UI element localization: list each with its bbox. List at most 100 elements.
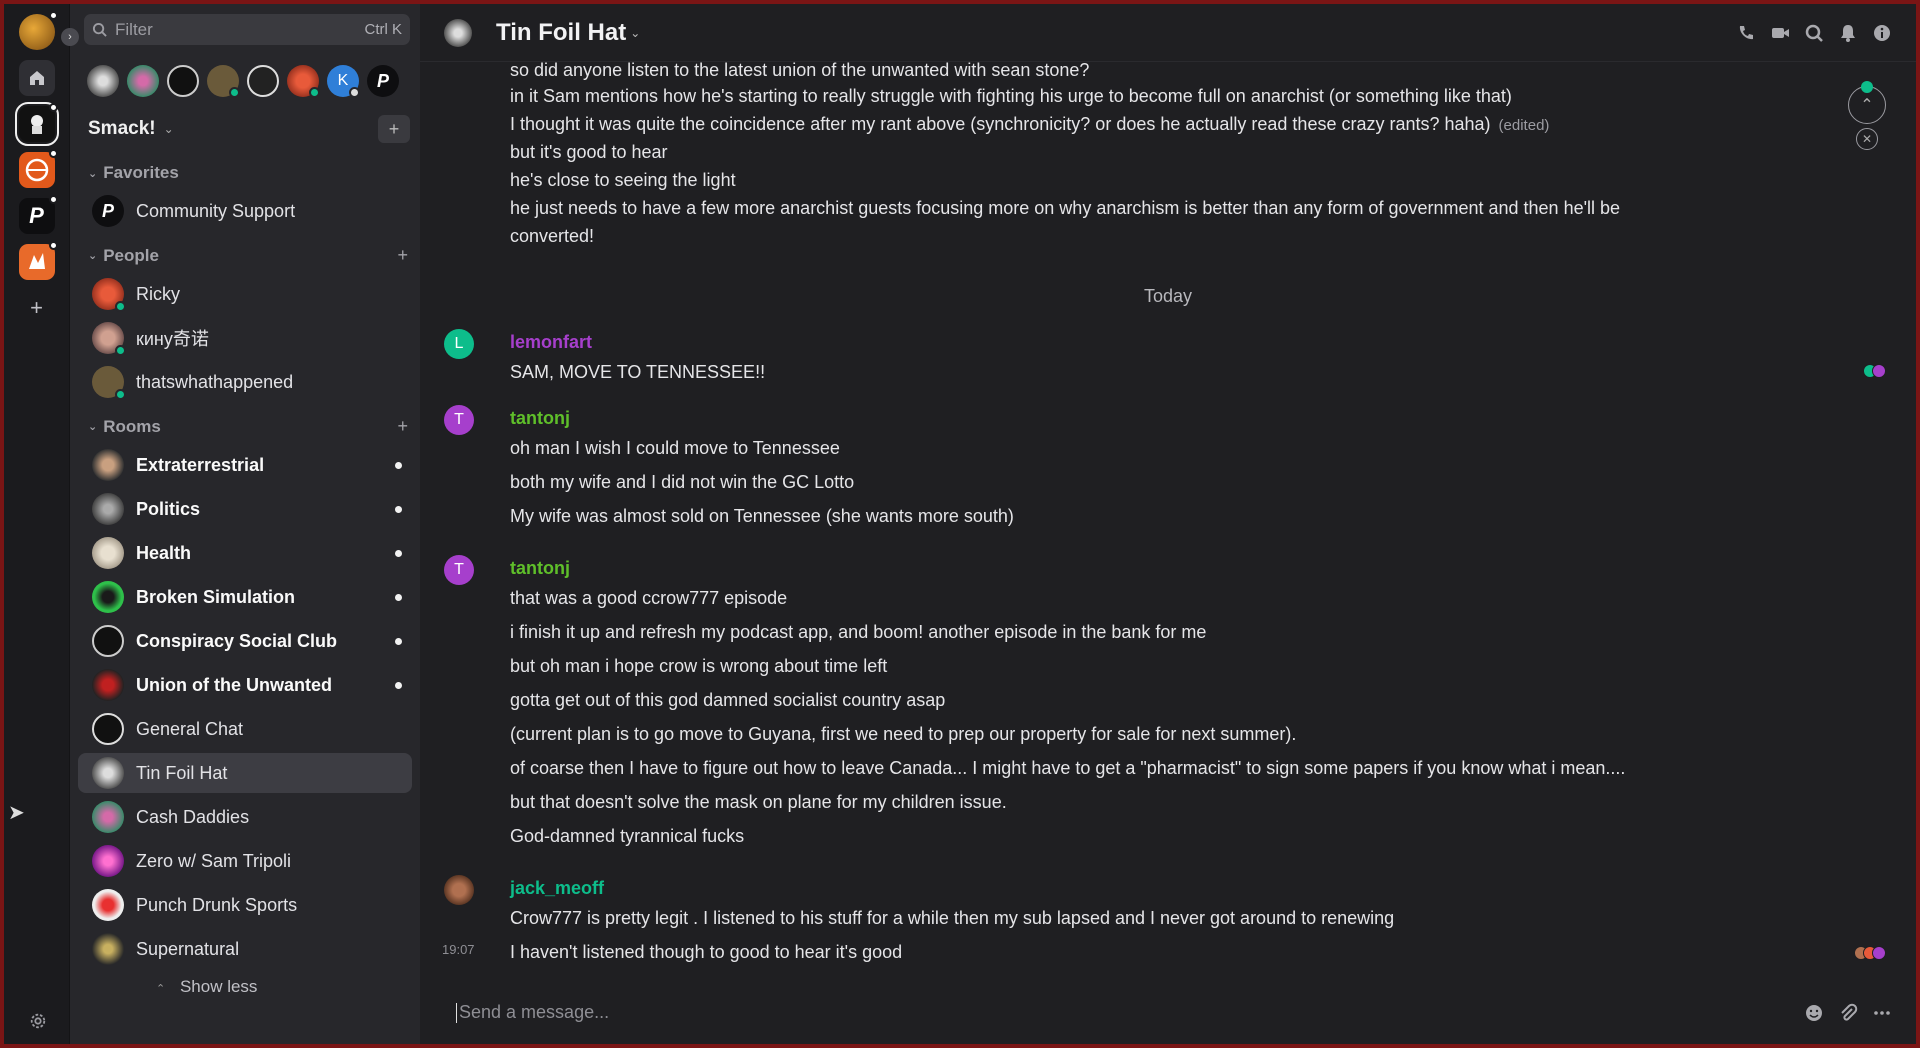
filter-placeholder: Filter — [115, 19, 153, 39]
app-window: › P + Filter Ctrl K K P Smack! ⌄ + ⌄ Fav… — [4, 4, 1916, 1044]
recent-room-avatar[interactable] — [287, 65, 320, 98]
room-name: Supernatural — [136, 938, 240, 959]
gear-icon[interactable] — [29, 1012, 47, 1030]
chevron-down-icon: ⌄ — [88, 250, 98, 262]
room-item-cash-daddies[interactable]: Cash Daddies — [78, 797, 412, 837]
room-avatar — [92, 757, 124, 789]
create-space-button[interactable]: + — [19, 290, 55, 326]
room-avatar: P — [92, 195, 124, 227]
rooms-section-header[interactable]: ⌄ Rooms + — [70, 404, 420, 443]
bell-icon[interactable] — [1838, 23, 1858, 43]
unread-dot — [395, 637, 402, 645]
room-name: General Chat — [136, 718, 244, 739]
room-avatar — [92, 537, 124, 569]
phone-icon[interactable] — [1736, 23, 1756, 43]
message-line: he's close to seeing the light — [510, 170, 736, 190]
add-room-icon[interactable]: + — [397, 416, 408, 437]
room-title[interactable]: Tin Foil Hat — [496, 19, 626, 47]
add-people-icon[interactable]: + — [397, 245, 408, 266]
space-button-3[interactable]: P — [18, 195, 58, 234]
space-name[interactable]: Smack! — [88, 118, 156, 140]
sender-avatar[interactable] — [444, 875, 474, 905]
add-room-button[interactable]: + — [378, 115, 410, 143]
recent-room-avatar[interactable] — [127, 65, 159, 97]
room-name: Union of the Unwanted — [136, 674, 332, 695]
text-caret — [456, 1002, 457, 1023]
room-item-supernatural[interactable]: Supernatural — [78, 929, 412, 969]
sender-name[interactable]: lemonfart — [510, 332, 592, 353]
close-icon[interactable]: ✕ — [1856, 128, 1878, 150]
sender-name[interactable]: tantonj — [510, 558, 570, 579]
chevron-right-icon[interactable]: › — [61, 28, 79, 46]
read-receipts[interactable] — [1863, 364, 1886, 378]
room-item-extraterrestrial[interactable]: Extraterrestrial — [78, 445, 412, 485]
room-item-zero-sam-tripoli[interactable]: Zero w/ Sam Tripoli — [78, 841, 412, 881]
p-logo-icon: P — [29, 203, 44, 228]
room-item-health[interactable]: Health — [78, 533, 412, 573]
show-less-button[interactable]: ⌃ Show less — [70, 971, 420, 997]
sender-avatar[interactable]: L — [444, 329, 474, 359]
filter-input[interactable]: Filter Ctrl K — [84, 14, 410, 45]
recent-room-avatar[interactable]: P — [367, 65, 399, 97]
more-options-icon[interactable] — [1872, 1003, 1892, 1023]
sender-avatar[interactable]: T — [444, 555, 474, 585]
room-name: Community Support — [136, 200, 296, 221]
message-line: oh man I wish I could move to Tennessee — [510, 438, 840, 458]
user-avatar-button[interactable] — [18, 11, 58, 50]
video-call-icon[interactable] — [1770, 23, 1790, 43]
favorites-section-header[interactable]: ⌄ Favorites — [70, 151, 420, 189]
read-receipts[interactable] — [1854, 946, 1886, 960]
info-icon[interactable] — [1872, 23, 1892, 43]
home-space-button[interactable] — [18, 60, 55, 96]
room-item-politics[interactable]: Politics — [78, 489, 412, 529]
unread-dot — [395, 505, 402, 513]
jump-to-unread-button[interactable]: ⌃ — [1848, 81, 1886, 124]
space-button-4[interactable] — [18, 241, 58, 280]
attachment-icon[interactable] — [1838, 1003, 1858, 1023]
user-avatar — [92, 322, 126, 356]
emoji-icon[interactable] — [1804, 1003, 1824, 1023]
message-line: Crow777 is pretty legit . I listened to … — [510, 908, 1395, 928]
search-icon[interactable] — [1804, 23, 1824, 43]
people-section-header[interactable]: ⌄ People + — [70, 233, 420, 272]
recent-room-avatar[interactable] — [167, 65, 199, 97]
message-line: converted! — [510, 226, 595, 246]
message-line: so did anyone listen to the latest union… — [510, 62, 1090, 80]
user-avatar — [92, 278, 126, 312]
user-avatar — [92, 366, 126, 400]
unread-dot — [395, 461, 402, 469]
dm-item-thatswhathappened[interactable]: thatswhathappened — [78, 362, 412, 402]
room-avatar[interactable] — [444, 18, 472, 47]
space-smack-button[interactable] — [14, 102, 59, 146]
sender-name[interactable]: jack_meoff — [510, 878, 604, 899]
sender-name[interactable]: tantonj — [510, 408, 570, 429]
room-item-union-of-the-unwanted[interactable]: Union of the Unwanted — [78, 665, 412, 705]
notification-dot — [48, 149, 58, 158]
message-line: in it Sam mentions how he's starting to … — [510, 86, 1512, 106]
message-composer[interactable]: Send a message... — [420, 980, 1916, 1044]
room-item-punch-drunk-sports[interactable]: Punch Drunk Sports — [78, 885, 412, 925]
room-header: Tin Foil Hat ⌄ — [420, 4, 1916, 62]
recent-room-avatar[interactable]: K — [327, 65, 360, 98]
chevron-down-icon[interactable]: ⌄ — [164, 122, 174, 136]
message-line: I haven't listened though to good to hea… — [510, 942, 903, 962]
recent-room-avatar[interactable] — [207, 65, 240, 98]
notification-dot — [48, 195, 58, 204]
room-item-general-chat[interactable]: General Chat — [78, 709, 412, 749]
message-line: gotta get out of this god damned sociali… — [510, 690, 946, 710]
plus-icon: + — [30, 295, 43, 320]
recent-room-avatar[interactable] — [247, 65, 279, 97]
room-item-community-support[interactable]: P Community Support — [78, 191, 412, 231]
dm-item-ricky[interactable]: Ricky — [78, 274, 412, 314]
show-less-label: Show less — [179, 977, 258, 996]
dm-item-kinu[interactable]: кину奇诺 — [78, 318, 412, 358]
room-item-tin-foil-hat[interactable]: Tin Foil Hat — [78, 753, 412, 793]
chevron-down-icon[interactable]: ⌄ — [630, 26, 640, 40]
room-list-panel: Filter Ctrl K K P Smack! ⌄ + ⌄ Favorites… — [70, 4, 420, 1044]
room-item-broken-simulation[interactable]: Broken Simulation — [78, 577, 412, 617]
chevron-down-icon: ⌄ — [88, 421, 98, 433]
space-button-2[interactable] — [18, 149, 58, 188]
room-item-conspiracy-social-club[interactable]: Conspiracy Social Club — [78, 621, 412, 661]
sender-avatar[interactable]: T — [444, 405, 474, 435]
recent-room-avatar[interactable] — [87, 65, 119, 97]
